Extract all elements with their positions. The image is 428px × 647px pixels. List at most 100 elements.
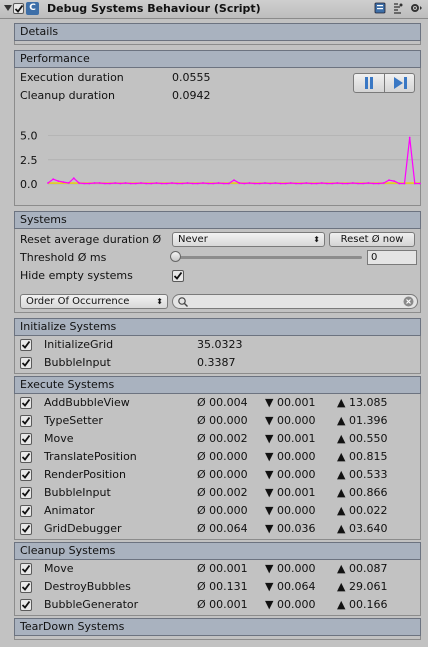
duration-point [47,182,49,184]
duration-point [186,182,189,184]
checkmark-icon [173,271,183,280]
system-enabled-checkbox[interactable] [20,523,32,535]
duration-point [382,182,385,184]
duration-point [176,182,179,185]
initialize-systems-header[interactable]: Initialize Systems [14,318,421,336]
system-enabled-checkbox[interactable] [20,397,32,409]
duration-point [212,182,215,185]
duration-point [119,182,122,185]
reset-now-button[interactable]: Reset Ø now [329,232,415,247]
cleanup-systems-header[interactable]: Cleanup Systems [14,542,421,560]
hide-empty-label: Hide empty systems [20,269,133,282]
threshold-input[interactable]: 0 [367,250,417,265]
performance-graph: 5.0 2.5 0.0 [20,130,421,191]
systems-search-field[interactable] [172,294,418,309]
execution-duration-label: Execution duration [20,71,124,84]
script-icon: C [26,2,39,15]
system-max-duration: ▲ 00.815 [337,450,388,463]
systems-header[interactable]: Systems [14,211,421,229]
checkmark-icon [21,600,31,609]
y-tick-label: 2.5 [20,154,38,167]
threshold-slider-track[interactable] [176,256,362,259]
search-input[interactable] [191,295,397,308]
sort-order-dropdown[interactable]: Order Of Occurrence ⬍ [20,294,168,309]
step-forward-button[interactable] [384,73,415,93]
system-average-duration: Ø 00.000 [197,414,248,427]
duration-point [289,182,292,184]
system-name: BubbleGenerator [44,598,139,611]
reset-average-label: Reset average duration Ø [20,233,162,246]
checkmark-icon [21,470,31,479]
duration-point [103,182,106,185]
search-icon [178,297,188,307]
duration-point [145,182,148,185]
details-body [14,41,421,45]
system-enabled-checkbox[interactable] [20,433,32,445]
duration-point [341,182,344,185]
foldout-arrow-icon[interactable] [4,5,12,11]
duration-point [83,182,86,185]
duration-point [243,182,246,185]
preset-icon[interactable] [391,2,404,15]
system-name: TypeSetter [44,414,103,427]
details-header[interactable]: Details [14,23,421,41]
component-header: C Debug Systems Behaviour (Script) [0,0,428,19]
duration-point [310,182,313,185]
system-average-duration: Ø 00.001 [197,598,248,611]
system-min-duration: ▼ 00.000 [265,562,316,575]
system-enabled-checkbox[interactable] [20,599,32,611]
system-max-duration: ▲ 00.533 [337,468,388,481]
duration-point [155,182,158,184]
duration-point [408,136,411,139]
checkmark-icon [14,4,24,13]
duration-point [202,182,204,184]
y-tick-label: 5.0 [20,130,38,143]
system-average-duration: Ø 00.064 [197,522,248,535]
duration-point [253,182,256,185]
duration-point [413,182,416,185]
duration-point [388,179,390,181]
performance-header[interactable]: Performance [14,50,421,68]
system-enabled-checkbox[interactable] [20,487,32,499]
component-enabled-checkbox[interactable] [13,3,24,14]
system-average-duration: Ø 00.002 [197,486,248,499]
execution-duration-value: 0.0555 [172,71,211,84]
clear-search-icon[interactable] [403,296,414,307]
reset-average-dropdown[interactable]: Never ⬍ [172,232,325,247]
duration-point [284,182,287,185]
system-enabled-checkbox[interactable] [20,339,32,351]
system-name: Move [44,432,74,445]
checkmark-icon [21,524,31,533]
system-enabled-checkbox[interactable] [20,357,32,369]
gear-icon[interactable] [409,2,422,15]
system-enabled-checkbox[interactable] [20,505,32,517]
system-min-duration: ▼ 00.064 [265,580,316,593]
system-enabled-checkbox[interactable] [20,451,32,463]
duration-point [171,182,173,184]
step-forward-icon [393,77,407,89]
teardown-systems-header[interactable]: TearDown Systems [14,618,421,636]
threshold-slider-thumb[interactable] [170,251,181,262]
system-average-duration: Ø 00.004 [197,396,248,409]
system-enabled-checkbox[interactable] [20,415,32,427]
duration-point [72,177,75,180]
system-average-duration: Ø 00.000 [197,468,248,481]
system-max-duration: ▲ 29.061 [337,580,388,593]
system-enabled-checkbox[interactable] [20,469,32,481]
pause-button[interactable] [353,73,385,93]
duration-point [124,182,127,184]
execute-systems-header[interactable]: Execute Systems [14,376,421,394]
hide-empty-checkbox[interactable] [172,270,184,282]
cleanup-duration-label: Cleanup duration [20,89,115,102]
book-icon[interactable] [373,2,386,15]
duration-point [362,182,365,185]
cleanup-duration-value: 0.0942 [172,89,211,102]
system-max-duration: ▲ 00.866 [337,486,388,499]
system-duration: 35.0323 [197,338,243,351]
y-tick-label: 0.0 [20,178,38,191]
duration-point [346,182,349,185]
system-enabled-checkbox[interactable] [20,563,32,575]
system-average-duration: Ø 00.000 [197,450,248,463]
dropdown-arrow-icon: ⬍ [156,297,163,306]
system-enabled-checkbox[interactable] [20,581,32,593]
